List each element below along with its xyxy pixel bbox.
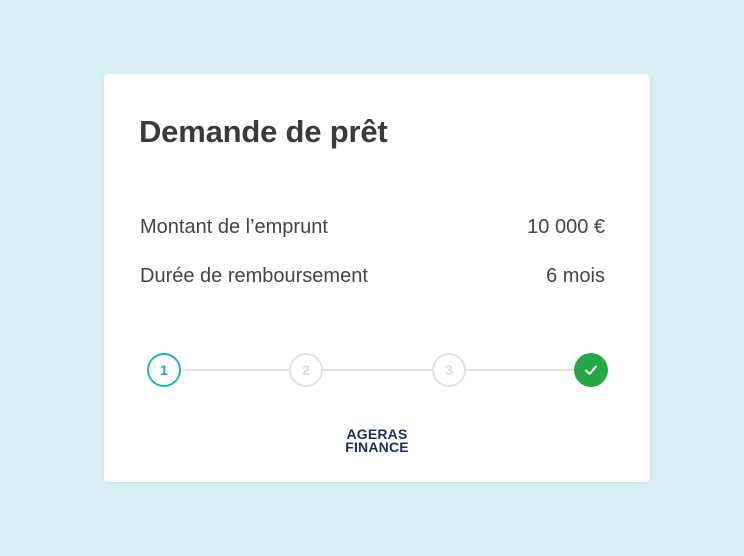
loan-request-card: Demande de prêt Montant de l’emprunt 10 … — [104, 74, 650, 482]
loan-amount-label: Montant de l’emprunt — [140, 216, 328, 238]
step-2: 2 — [289, 353, 323, 387]
step-complete — [574, 353, 608, 387]
repayment-duration-row: Durée de remboursement 6 mois — [140, 265, 605, 288]
logo-line-2: FINANCE — [345, 439, 409, 455]
stepper-track — [164, 369, 591, 371]
step-1: 1 — [147, 353, 181, 387]
loan-amount-value: 10 000 € — [527, 216, 605, 238]
ageras-finance-logo: AGERAS FINANCE — [104, 427, 650, 455]
repayment-duration-label: Durée de remboursement — [140, 265, 368, 287]
page-title: Demande de prêt — [139, 114, 388, 149]
check-icon — [585, 365, 597, 375]
repayment-duration-value: 6 mois — [546, 265, 605, 287]
loan-amount-row: Montant de l’emprunt 10 000 € — [140, 216, 605, 239]
progress-stepper: 1 2 3 — [147, 353, 608, 387]
step-3: 3 — [432, 353, 466, 387]
